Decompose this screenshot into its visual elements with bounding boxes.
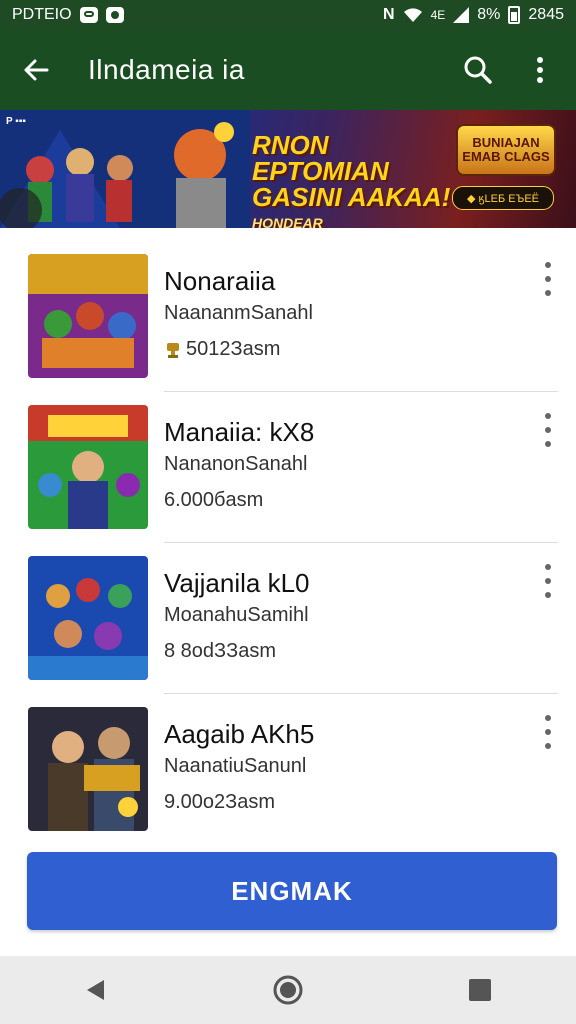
more-dot (545, 729, 551, 735)
status-left: PDTEIO (12, 6, 124, 24)
more-dot (545, 743, 551, 749)
chat-icon (79, 7, 98, 23)
banner-characters-image (0, 110, 250, 228)
nav-recents-button[interactable] (450, 960, 510, 1020)
square-recents-icon (469, 979, 491, 1001)
promo-banner[interactable]: P ▪▪▪ RNON EPTOMIAN GASINI AAKAA! HONDEA… (0, 110, 576, 228)
clock: 2845 (528, 6, 564, 23)
more-vert-icon (545, 262, 551, 268)
game-thumbnail-image (28, 405, 148, 529)
list-item[interactable]: Manaiia: kX8 NananonSanahl 6.000бasm (0, 379, 576, 543)
item-meta-text: 8 8odЗЗasm (164, 640, 276, 662)
more-dot (545, 441, 551, 447)
item-subtitle: NaananmSanahl (164, 302, 313, 324)
search-button[interactable] (458, 50, 498, 90)
carrier-label: PDTEIO (12, 6, 72, 23)
signal-icon (453, 7, 470, 23)
game-thumbnail-image (28, 707, 148, 831)
game-list: Nonaraiia NaananmSanahl 5012Заsm Manaiia… (0, 228, 576, 838)
system-nav-bar (0, 956, 576, 1024)
item-meta-text: 6.000бasm (164, 489, 264, 511)
battery-label: 8% (477, 6, 501, 23)
item-meta: 6.000бasm (164, 489, 263, 512)
status-right: N 4E 8% 2845 (383, 6, 564, 24)
trophy-icon (167, 342, 179, 358)
app-actions (458, 50, 560, 90)
wifi-icon (403, 8, 422, 22)
banner-line-1: RNON EPTOMIAN (252, 130, 389, 186)
item-more-button[interactable] (536, 564, 560, 598)
banner-cta-button[interactable]: ◆ ӄLЕБ ЕЪЕЁ (452, 186, 554, 210)
item-subtitle: NananonSanahl (164, 453, 308, 475)
action-area: ENGMAK (0, 838, 576, 956)
app-icon (105, 7, 124, 23)
item-more-button[interactable] (536, 715, 560, 749)
more-dot (545, 592, 551, 598)
banner-corner-label: P ▪▪▪ (6, 116, 26, 127)
item-more-button[interactable] (536, 262, 560, 296)
item-more-button[interactable] (536, 413, 560, 447)
banner-logo: BUNIAJAN EMAB CLAGS (456, 124, 556, 176)
item-meta: 9.00o2Заsm (164, 791, 275, 814)
game-thumbnail-image (28, 254, 148, 378)
more-dot (545, 290, 551, 296)
overflow-menu-button[interactable] (520, 50, 560, 90)
page-title: Ilndameia ia (88, 54, 245, 85)
item-title: Aagaib AKh5 (164, 719, 315, 749)
more-dot (545, 427, 551, 433)
nfc-icon: N (383, 6, 395, 23)
nav-back-button[interactable] (66, 960, 126, 1020)
status-bar: PDTEIO N 4E 8% 2845 (0, 0, 576, 30)
banner-headline: RNON EPTOMIAN GASINI AAKAA! HONDEAR MAIA… (252, 132, 452, 228)
more-vert-icon (537, 57, 543, 83)
item-title: Nonaraiia (164, 266, 276, 296)
more-dot (545, 276, 551, 282)
more-vert-icon (545, 413, 551, 419)
app-bar: Ilndameia ia (0, 30, 576, 110)
home-circle-icon (273, 975, 303, 1005)
item-subtitle: MoanahuSamihl (164, 604, 309, 626)
network-label: 4E (430, 8, 446, 22)
item-title: Vajjanila kL0 (164, 568, 310, 598)
arrow-back-icon (24, 59, 49, 81)
list-item[interactable]: Vajjanila kL0 MoanahuSamihl 8 8odЗЗasm (0, 530, 576, 694)
back-button[interactable] (16, 50, 56, 90)
nav-home-button[interactable] (258, 960, 318, 1020)
item-meta-text: 5012Заsm (186, 338, 281, 360)
primary-action-button[interactable]: ENGMAK (27, 852, 557, 930)
banner-line-2: GASINI AAKAA! (252, 182, 451, 212)
item-meta: 5012Заsm (164, 338, 280, 361)
banner-line-3: HONDEAR MAIAKIUSBBOARS! (252, 215, 323, 228)
game-thumbnail-image (28, 556, 148, 680)
search-icon (464, 56, 492, 84)
more-vert-icon (545, 715, 551, 721)
item-subtitle: NaanatiuSanunl (164, 755, 307, 777)
more-vert-icon (545, 564, 551, 570)
battery-icon (508, 6, 521, 24)
list-item[interactable]: Aagaib AKh5 NaanatiuSanunl 9.00o2Заsm (0, 681, 576, 831)
item-title: Manaiia: kX8 (164, 417, 315, 447)
list-item[interactable]: Nonaraiia NaananmSanahl 5012Заsm (0, 228, 576, 392)
item-meta: 8 8odЗЗasm (164, 640, 276, 663)
item-meta-text: 9.00o2Заsm (164, 791, 276, 813)
more-dot (545, 578, 551, 584)
triangle-back-icon (87, 980, 104, 1000)
